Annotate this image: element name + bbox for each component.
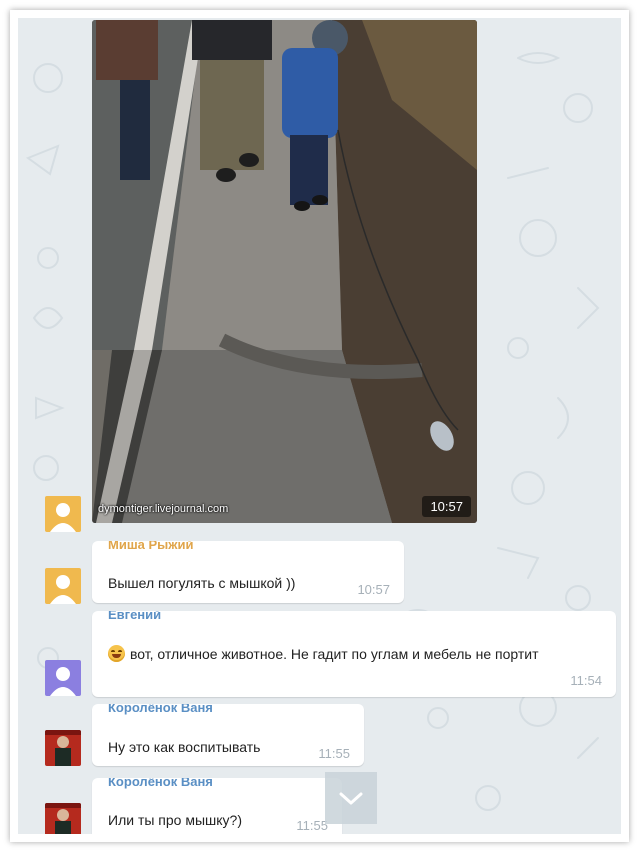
sender-avatar[interactable] — [45, 660, 81, 696]
sender-avatar[interactable] — [45, 803, 81, 834]
message-photo — [92, 20, 477, 523]
message-bubble[interactable]: Миша Рыжий Вышел погулять с мышкой )) 10… — [92, 541, 404, 603]
message-time: 10:57 — [422, 496, 471, 517]
sender-avatar[interactable] — [45, 730, 81, 766]
scroll-to-bottom-button[interactable] — [325, 772, 377, 824]
sender-name[interactable]: Королёнок Ваня — [108, 704, 213, 715]
sender-name[interactable]: Королёнок Ваня — [108, 778, 213, 789]
sender-avatar[interactable] — [45, 568, 81, 604]
user-avatar-icon — [45, 568, 81, 604]
sender-name[interactable]: Евгений — [108, 611, 161, 622]
message-time: 11:55 — [318, 746, 350, 761]
screenshot-frame: dymontiger.livejournal.com 10:57 Миша Ры… — [10, 10, 629, 842]
laughing-face-emoji — [108, 645, 125, 662]
photo-watermark: dymontiger.livejournal.com — [98, 503, 229, 515]
chat-history[interactable]: dymontiger.livejournal.com 10:57 Миша Ры… — [18, 18, 621, 834]
message-text: Вышел погулять с мышкой )) — [108, 575, 296, 591]
sender-avatar[interactable] — [45, 496, 81, 532]
message-text-row: вот, отличное животное. Не гадит по угла… — [108, 644, 578, 664]
message-time: 11:55 — [296, 818, 328, 833]
sender-name[interactable]: Миша Рыжий — [108, 541, 193, 552]
message-time: 11:54 — [570, 673, 602, 688]
message-bubble[interactable]: Евгений вот, отличное животное. Не гадит… — [92, 611, 616, 697]
message-text: Или ты про мышку?) — [108, 812, 242, 828]
message-text: вот, отличное животное. Не гадит по угла… — [130, 646, 539, 662]
message-text: Ну это как воспитывать — [108, 739, 261, 755]
message-time: 10:57 — [357, 582, 390, 597]
message-bubble[interactable]: Королёнок Ваня Ну это как воспитывать 11… — [92, 704, 364, 766]
message-bubble[interactable]: Королёнок Ваня Или ты про мышку?) 11:55 — [92, 778, 342, 834]
photo-message[interactable]: dymontiger.livejournal.com 10:57 — [92, 20, 477, 523]
user-avatar-icon — [45, 496, 81, 532]
person-photo-avatar — [45, 803, 81, 834]
person-photo-avatar — [45, 730, 81, 766]
chevron-down-icon — [339, 792, 363, 805]
user-avatar-icon — [45, 660, 81, 696]
